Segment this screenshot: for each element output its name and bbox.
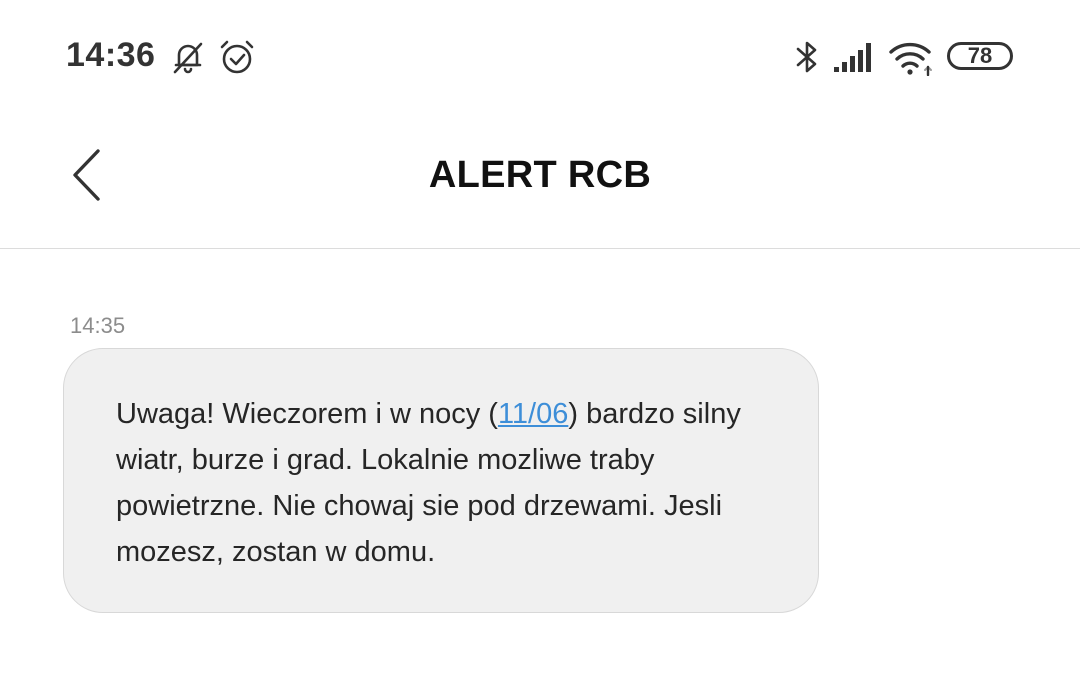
conversation-header: ALERT RCB (0, 115, 1080, 249)
message-timestamp: 14:35 (70, 313, 126, 338)
bluetooth-icon (793, 39, 821, 80)
battery-icon: 78 (947, 42, 1013, 70)
bell-off-icon (170, 39, 206, 80)
conversation-title: ALERT RCB (428, 154, 652, 196)
message-text: Uwaga! Wieczorem i w nocy (11/06) bardzo… (116, 391, 778, 575)
message-text-start: Uwaga! Wieczorem i w nocy ( (116, 398, 498, 430)
battery-level: 78 (967, 43, 993, 68)
message-bubble[interactable]: Uwaga! Wieczorem i w nocy (11/06) bardzo… (63, 348, 819, 613)
wifi-icon (888, 40, 934, 81)
signal-icon (833, 41, 875, 78)
status-bar: 14:36 78 (0, 0, 1080, 115)
alarm-icon (218, 38, 256, 81)
date-link[interactable]: 11/06 (498, 398, 568, 430)
status-time: 14:36 (66, 36, 156, 74)
sms-screen: 14:36 78 ALERT RCB 14:35 Uwaga! Wieczore… (0, 0, 1080, 685)
